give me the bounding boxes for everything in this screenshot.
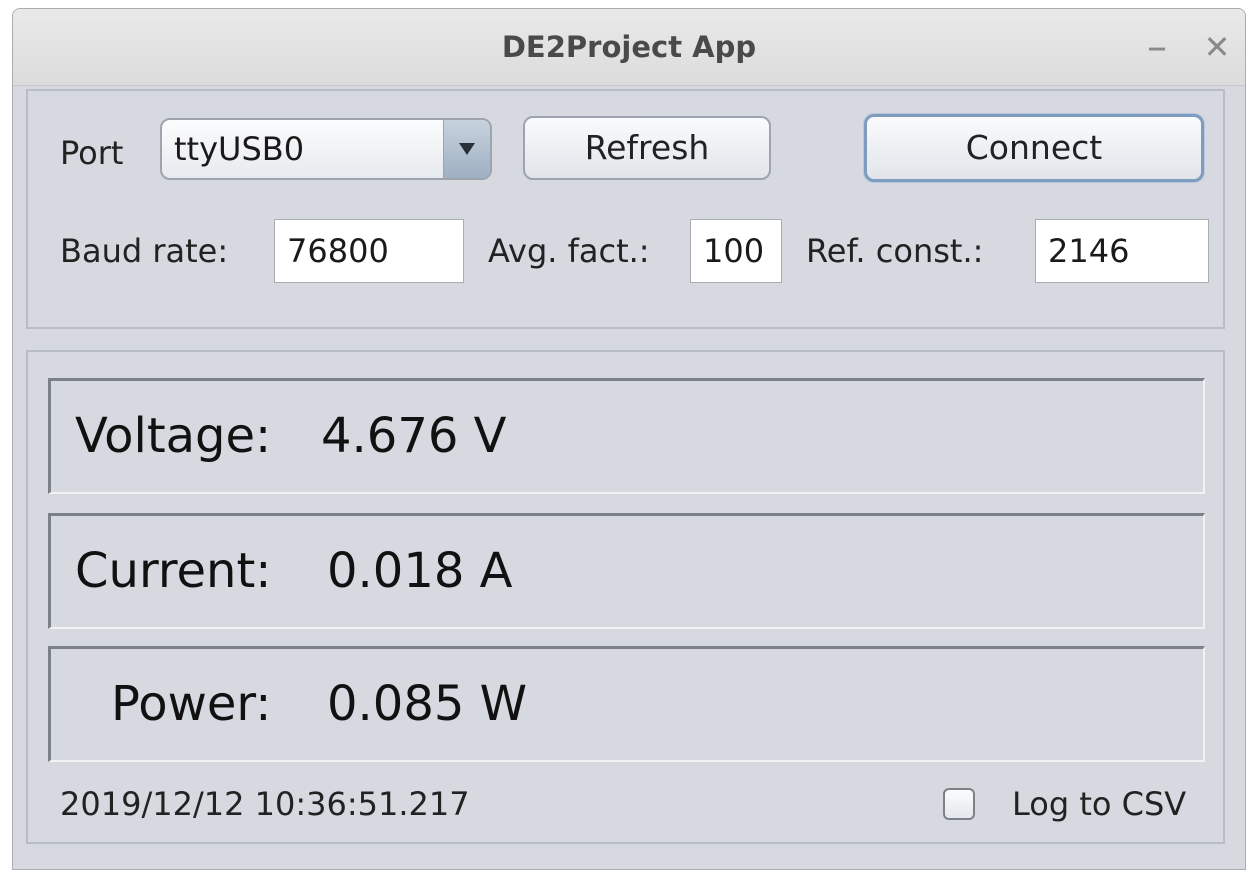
refresh-button[interactable]: Refresh [523, 116, 771, 180]
window-title: DE2Project App [501, 30, 757, 64]
timestamp: 2019/12/12 10:36:51.217 [60, 785, 470, 823]
ref-const-label: Ref. const.: [806, 232, 984, 270]
port-select-value: ttyUSB0 [174, 130, 305, 168]
voltage-label: Voltage: [75, 408, 272, 464]
log-csv-checkbox[interactable] [943, 788, 975, 820]
current-value: 0.018 A [327, 543, 513, 599]
ref-const-field[interactable]: 2146 [1035, 219, 1209, 283]
avg-factor-label: Avg. fact.: [488, 232, 650, 270]
port-label: Port [60, 134, 124, 172]
voltage-value: 4.676 V [321, 408, 507, 464]
connect-button[interactable]: Connect [864, 114, 1204, 182]
port-select[interactable]: ttyUSB0 [160, 118, 492, 180]
current-readout: Current: 0.018 A [48, 513, 1205, 629]
avg-factor-field[interactable]: 100 [690, 219, 782, 283]
current-label: Current: [75, 543, 272, 599]
minimize-button[interactable]: – [1137, 27, 1177, 67]
baud-rate-field[interactable]: 76800 [274, 219, 464, 283]
voltage-readout: Voltage: 4.676 V [48, 378, 1205, 494]
log-csv-label[interactable]: Log to CSV [1012, 785, 1186, 823]
baud-rate-label: Baud rate: [60, 232, 229, 270]
chevron-down-icon[interactable] [443, 120, 490, 178]
close-button[interactable]: ✕ [1197, 27, 1237, 67]
power-readout: Power: 0.085 W [48, 646, 1205, 762]
titlebar[interactable]: DE2Project App – ✕ [13, 9, 1245, 86]
power-label: Power: [111, 676, 272, 732]
power-value: 0.085 W [327, 676, 528, 732]
